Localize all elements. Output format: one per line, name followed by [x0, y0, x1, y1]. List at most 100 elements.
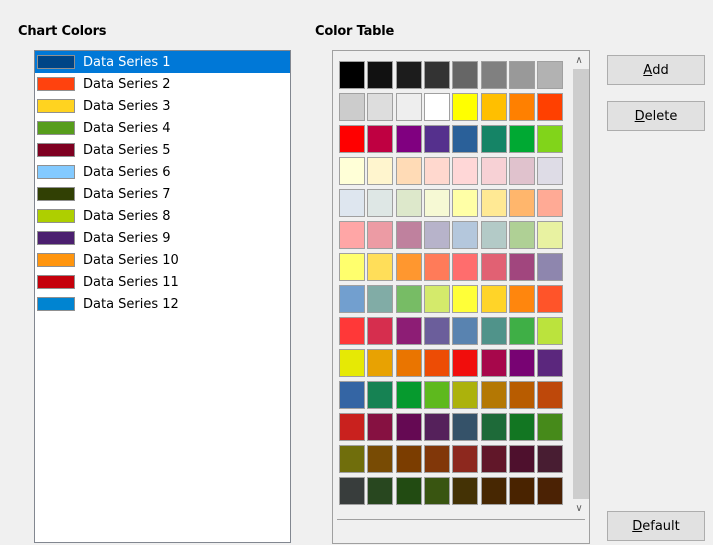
color-cell[interactable] [367, 253, 394, 281]
color-cell[interactable] [423, 445, 450, 473]
color-cell[interactable] [395, 189, 422, 217]
color-cell[interactable] [339, 445, 365, 473]
color-cell[interactable] [339, 317, 365, 345]
color-cell[interactable] [339, 381, 365, 409]
color-cell[interactable] [480, 221, 507, 249]
series-item[interactable]: Data Series 1 [35, 51, 290, 73]
color-cell[interactable] [423, 285, 450, 313]
series-item[interactable]: Data Series 12 [35, 293, 290, 315]
color-cell[interactable] [508, 221, 535, 249]
color-cell[interactable] [452, 349, 479, 377]
color-cell[interactable] [423, 221, 450, 249]
color-cell[interactable] [395, 157, 422, 185]
color-cell[interactable] [339, 253, 365, 281]
color-cell[interactable] [480, 61, 507, 89]
color-cell[interactable] [452, 157, 479, 185]
delete-button[interactable]: Delete [607, 101, 705, 131]
color-cell[interactable] [339, 221, 365, 249]
color-cell[interactable] [367, 221, 394, 249]
color-table[interactable]: ∧ ∨ [332, 50, 590, 544]
color-cell[interactable] [537, 349, 564, 377]
color-cell[interactable] [423, 381, 450, 409]
series-item[interactable]: Data Series 10 [35, 249, 290, 271]
series-item[interactable]: Data Series 6 [35, 161, 290, 183]
color-cell[interactable] [395, 349, 422, 377]
color-cell[interactable] [508, 157, 535, 185]
color-cell[interactable] [480, 189, 507, 217]
series-item[interactable]: Data Series 2 [35, 73, 290, 95]
series-item[interactable]: Data Series 4 [35, 117, 290, 139]
color-cell[interactable] [480, 413, 507, 441]
color-cell[interactable] [367, 189, 394, 217]
color-cell[interactable] [395, 125, 422, 153]
color-cell[interactable] [367, 125, 394, 153]
color-cell[interactable] [339, 125, 365, 153]
add-button[interactable]: Add [607, 55, 705, 85]
color-cell[interactable] [423, 93, 450, 121]
color-cell[interactable] [423, 477, 450, 505]
color-cell[interactable] [395, 221, 422, 249]
color-cell[interactable] [508, 253, 535, 281]
color-cell[interactable] [480, 477, 507, 505]
color-cell[interactable] [423, 253, 450, 281]
color-cell[interactable] [480, 317, 507, 345]
color-cell[interactable] [452, 61, 479, 89]
color-cell[interactable] [452, 125, 479, 153]
color-cell[interactable] [367, 381, 394, 409]
color-cell[interactable] [367, 61, 394, 89]
color-cell[interactable] [508, 317, 535, 345]
color-cell[interactable] [508, 477, 535, 505]
color-cell[interactable] [423, 349, 450, 377]
color-cell[interactable] [395, 61, 422, 89]
color-cell[interactable] [537, 93, 564, 121]
color-cell[interactable] [395, 381, 422, 409]
color-cell[interactable] [508, 349, 535, 377]
color-cell[interactable] [452, 221, 479, 249]
color-cell[interactable] [537, 381, 564, 409]
color-cell[interactable] [508, 93, 535, 121]
color-cell[interactable] [537, 221, 564, 249]
color-cell[interactable] [452, 477, 479, 505]
color-cell[interactable] [395, 445, 422, 473]
default-button[interactable]: Default [607, 511, 705, 541]
chart-colors-list[interactable]: Data Series 1 Data Series 2 Data Series 3 D… [34, 50, 291, 543]
color-cell[interactable] [339, 349, 365, 377]
color-cell[interactable] [452, 253, 479, 281]
color-cell[interactable] [480, 125, 507, 153]
color-cell[interactable] [452, 381, 479, 409]
color-cell[interactable] [452, 413, 479, 441]
color-cell[interactable] [367, 157, 394, 185]
color-cell[interactable] [395, 93, 422, 121]
color-cell[interactable] [367, 477, 394, 505]
color-cell[interactable] [508, 413, 535, 441]
scroll-down-icon[interactable]: ∨ [569, 499, 589, 517]
color-cell[interactable] [480, 253, 507, 281]
color-cell[interactable] [395, 317, 422, 345]
color-cell[interactable] [480, 93, 507, 121]
color-cell[interactable] [480, 381, 507, 409]
color-cell[interactable] [395, 477, 422, 505]
color-cell[interactable] [367, 93, 394, 121]
color-cell[interactable] [339, 189, 365, 217]
color-cell[interactable] [508, 285, 535, 313]
color-cell[interactable] [452, 317, 479, 345]
color-cell[interactable] [367, 349, 394, 377]
color-cell[interactable] [480, 285, 507, 313]
color-cell[interactable] [537, 445, 564, 473]
color-cell[interactable] [395, 413, 422, 441]
color-cell[interactable] [423, 413, 450, 441]
color-cell[interactable] [423, 157, 450, 185]
color-cell[interactable] [452, 285, 479, 313]
color-cell[interactable] [395, 285, 422, 313]
color-cell[interactable] [537, 317, 564, 345]
color-cell[interactable] [395, 253, 422, 281]
series-item[interactable]: Data Series 7 [35, 183, 290, 205]
color-cell[interactable] [537, 477, 564, 505]
scroll-thumb[interactable] [573, 69, 589, 499]
color-cell[interactable] [480, 445, 507, 473]
color-cell[interactable] [339, 157, 365, 185]
color-cell[interactable] [452, 445, 479, 473]
color-cell[interactable] [480, 157, 507, 185]
color-cell[interactable] [537, 189, 564, 217]
color-cell[interactable] [508, 445, 535, 473]
